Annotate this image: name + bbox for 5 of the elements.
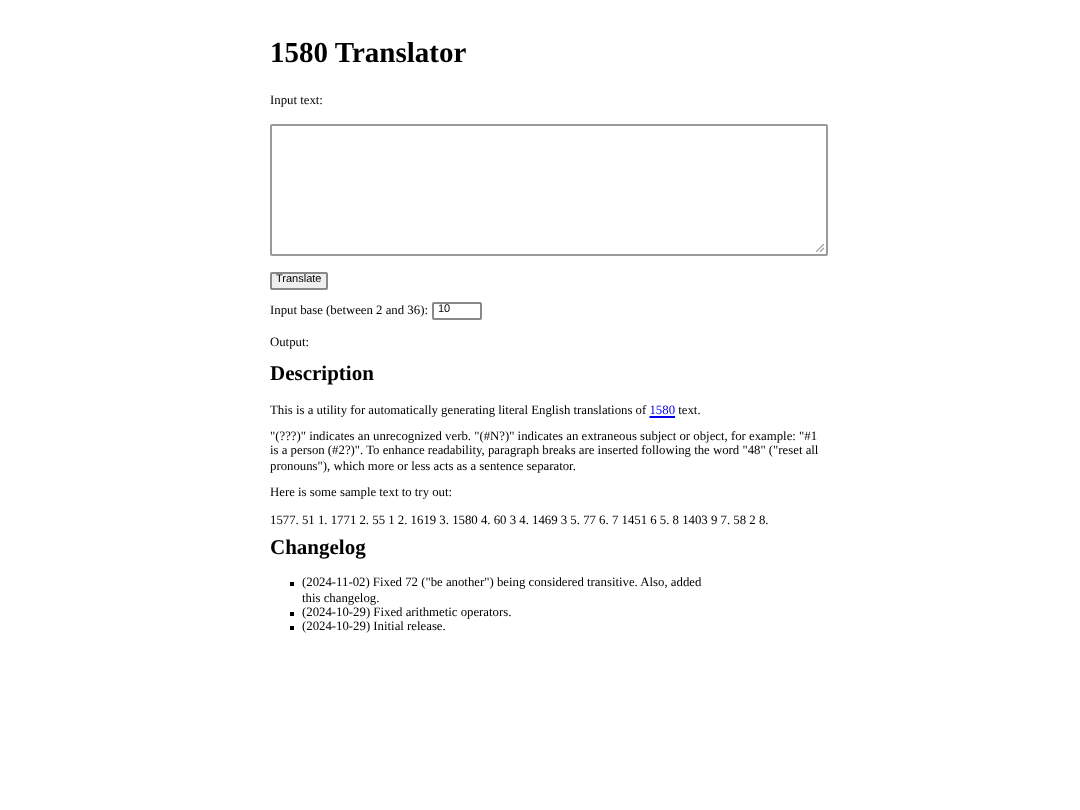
page-title: 1580 Translator <box>270 40 469 69</box>
resize-handle-icon[interactable] <box>816 243 824 252</box>
input-text-area[interactable] <box>270 123 828 256</box>
section-heading: Description <box>270 366 376 388</box>
section-heading: Changelog <box>270 539 368 561</box>
